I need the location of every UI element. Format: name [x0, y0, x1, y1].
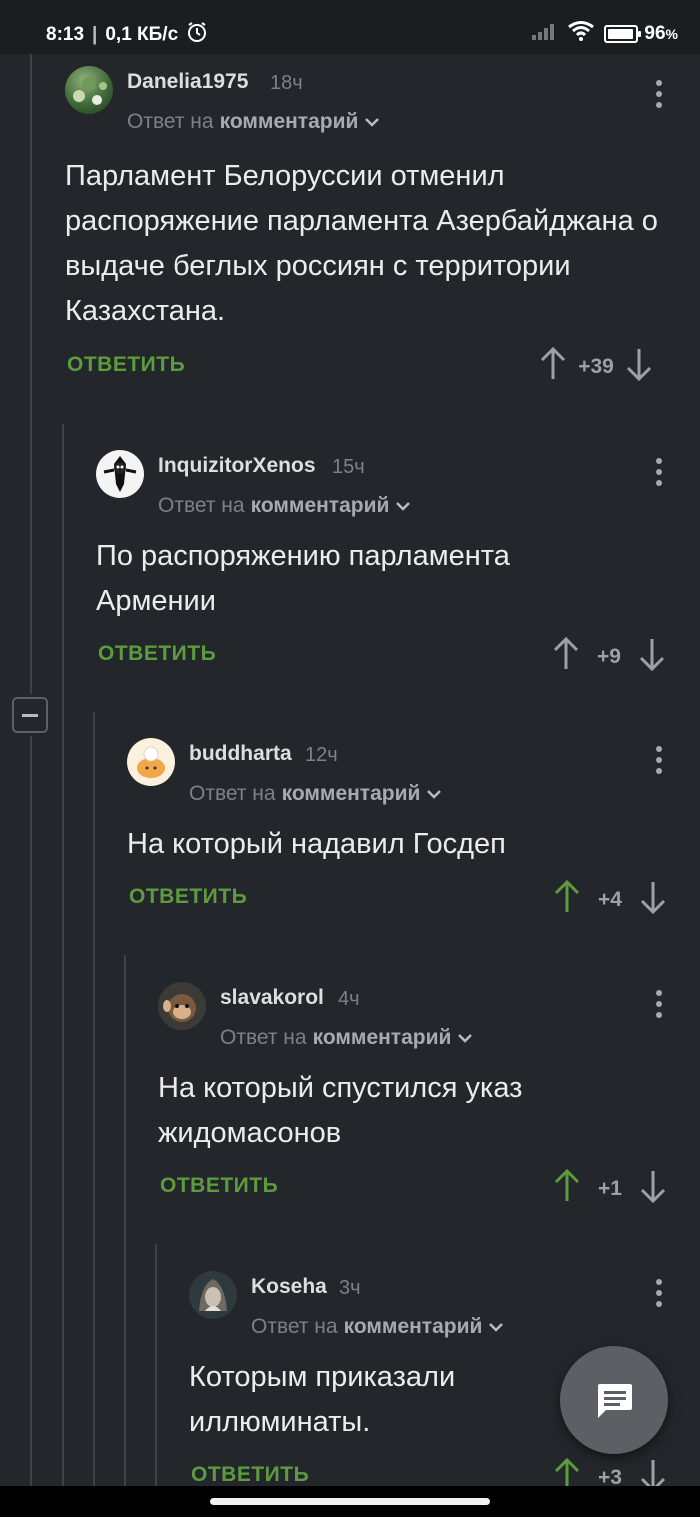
reply-to[interactable]: Ответ на комментарий [251, 1315, 504, 1339]
upvote-icon[interactable] [539, 346, 567, 387]
thread-line[interactable] [124, 955, 126, 1486]
chevron-down-icon [488, 1315, 504, 1339]
vote-controls: +1 [553, 1168, 667, 1209]
comment: slavakorol 4ч Ответ на комментарий На кот… [158, 982, 700, 1212]
reply-button[interactable]: ОТВЕТИТЬ [67, 353, 185, 377]
downvote-icon[interactable] [639, 1168, 667, 1209]
downvote-icon[interactable] [625, 346, 653, 387]
comment-time: 12ч [305, 744, 338, 766]
reply-to[interactable]: Ответ на комментарий [127, 110, 380, 134]
battery-percent: 96 [644, 23, 666, 44]
reply-button[interactable]: ОТВЕТИТЬ [191, 1463, 309, 1487]
avatar[interactable] [96, 450, 144, 498]
upvote-icon[interactable] [553, 1168, 581, 1209]
wifi-icon [568, 21, 595, 47]
home-gesture-bar[interactable] [210, 1498, 490, 1505]
comment-text: Парламент Белоруссии отменил распоряжени… [65, 160, 658, 327]
more-options-button[interactable] [647, 990, 671, 1020]
comment-score: +39 [578, 354, 614, 378]
vote-controls: +39 [539, 346, 653, 387]
reply-to[interactable]: Ответ на комментарий [158, 494, 411, 518]
comment-score: +9 [597, 644, 621, 668]
thread-line[interactable] [30, 54, 32, 694]
comment-text: На который спустился указ жидомасонов [158, 1072, 523, 1149]
more-options-button[interactable] [647, 1279, 671, 1309]
comment-text: На который надавил Госдеп [127, 828, 506, 860]
write-comment-button[interactable] [560, 1346, 668, 1454]
chevron-down-icon [426, 782, 442, 806]
comment-score: +1 [598, 1176, 622, 1200]
system-nav-bar [0, 1486, 700, 1517]
comment: InquizitorXenos 15ч Ответ на комментарий … [96, 450, 700, 680]
thread-line[interactable] [155, 1244, 157, 1486]
thread-line[interactable] [30, 736, 32, 1486]
comment-author[interactable]: Koseha [251, 1275, 327, 1299]
avatar[interactable] [158, 982, 206, 1030]
reply-to[interactable]: Ответ на комментарий [220, 1026, 473, 1050]
thread-line[interactable] [62, 424, 64, 1486]
status-bar: 8:13 | 0,1 КБ/с 96% [0, 0, 700, 54]
network-speed: 0,1 КБ/с [105, 24, 179, 45]
comment-score: +4 [598, 887, 622, 911]
comment-text: Которым приказали иллюминаты. [189, 1361, 456, 1438]
avatar[interactable] [65, 66, 113, 114]
avatar[interactable] [189, 1271, 237, 1319]
comment-author[interactable]: buddharta [189, 742, 292, 766]
collapse-thread-button[interactable] [12, 697, 48, 733]
comment-text: По распоряжению парламента Армении [96, 540, 510, 617]
vote-controls: +9 [552, 636, 666, 677]
reply-to[interactable]: Ответ на комментарий [189, 782, 442, 806]
comment: Danelia1975 18ч Ответ на комментарий Парл… [65, 66, 700, 396]
comment-icon [598, 1384, 632, 1418]
comment-author[interactable]: InquizitorXenos [158, 454, 316, 478]
comment-author[interactable]: Danelia1975 [127, 70, 248, 94]
comment-time: 15ч [332, 456, 365, 478]
chevron-down-icon [364, 110, 380, 134]
comment: buddharta 12ч Ответ на комментарий На кот… [127, 738, 700, 928]
vote-controls: +4 [553, 879, 667, 920]
reply-button[interactable]: ОТВЕТИТЬ [98, 642, 216, 666]
upvote-icon[interactable] [552, 636, 580, 677]
comment-author[interactable]: slavakorol [220, 986, 324, 1010]
upvote-icon[interactable] [553, 879, 581, 920]
signal-icon [532, 22, 558, 46]
reply-button[interactable]: ОТВЕТИТЬ [160, 1174, 278, 1198]
battery-indicator: 96% [604, 23, 678, 45]
downvote-icon[interactable] [639, 879, 667, 920]
comment-time: 18ч [270, 72, 303, 94]
alarm-icon [186, 21, 208, 49]
avatar[interactable] [127, 738, 175, 786]
comment-time: 4ч [338, 988, 360, 1010]
comment-time: 3ч [339, 1277, 361, 1299]
more-options-button[interactable] [647, 458, 671, 488]
more-options-button[interactable] [647, 746, 671, 776]
battery-icon [604, 25, 642, 43]
minus-icon [22, 714, 38, 717]
downvote-icon[interactable] [638, 636, 666, 677]
chevron-down-icon [457, 1026, 473, 1050]
status-time: 8:13 [46, 24, 85, 45]
reply-button[interactable]: ОТВЕТИТЬ [129, 885, 247, 909]
chevron-down-icon [395, 494, 411, 518]
more-options-button[interactable] [647, 80, 671, 110]
thread-line[interactable] [93, 712, 95, 1486]
